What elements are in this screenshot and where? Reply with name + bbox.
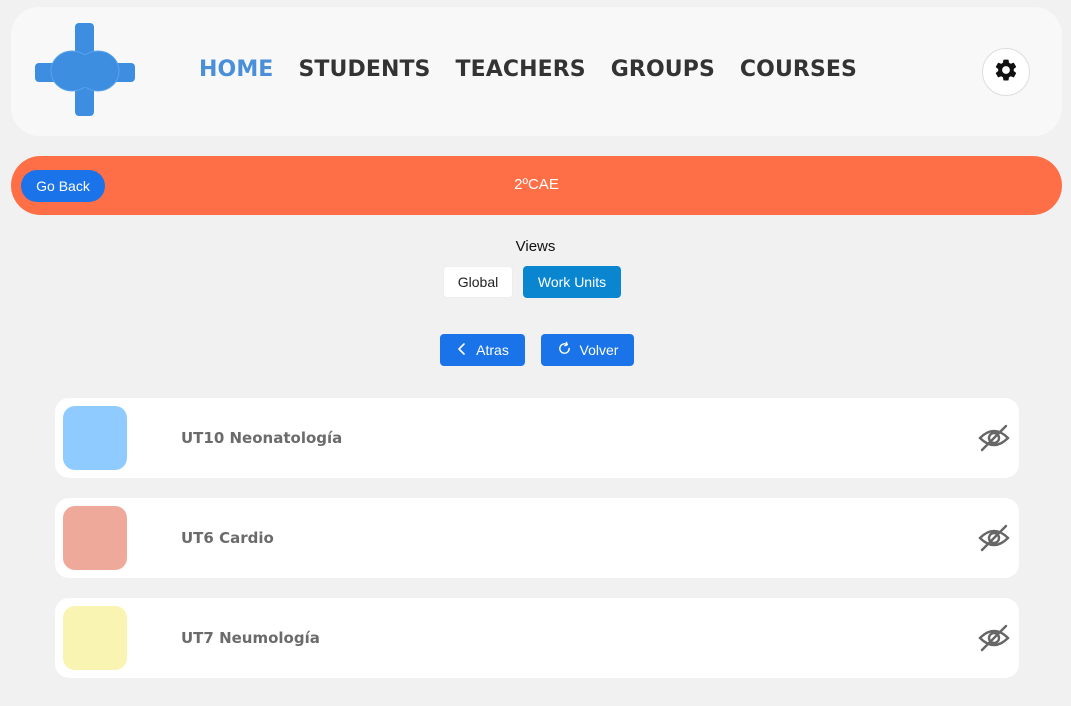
- work-unit-row[interactable]: UT6 Cardio: [55, 498, 1019, 578]
- top-navbar: HOME STUDENTS TEACHERS GROUPS COURSES: [11, 7, 1062, 136]
- unit-name: UT10 Neonatología: [181, 429, 343, 447]
- plus-heart-logo[interactable]: [35, 23, 135, 116]
- chevron-left-icon: [456, 342, 468, 359]
- unit-name: UT7 Neumología: [181, 629, 320, 647]
- eye-slash-icon[interactable]: [977, 622, 1011, 654]
- atras-label: Atras: [476, 342, 509, 358]
- unit-color-swatch: [63, 406, 127, 470]
- unit-name: UT6 Cardio: [181, 529, 274, 547]
- nav-home[interactable]: HOME: [199, 57, 273, 82]
- group-title: 2ºCAE: [514, 176, 559, 193]
- gear-icon: [993, 57, 1019, 88]
- nav-groups[interactable]: GROUPS: [611, 57, 715, 82]
- view-work-units-button[interactable]: Work Units: [523, 266, 621, 298]
- views-label: Views: [515, 238, 556, 255]
- nav-courses[interactable]: COURSES: [740, 57, 857, 82]
- work-unit-row[interactable]: UT7 Neumología: [55, 598, 1019, 678]
- volver-label: Volver: [579, 342, 619, 358]
- refresh-icon: [557, 341, 572, 359]
- work-unit-row[interactable]: UT10 Neonatología: [55, 398, 1019, 478]
- view-global-button[interactable]: Global: [443, 266, 513, 298]
- nav-students[interactable]: STUDENTS: [298, 57, 430, 82]
- settings-button[interactable]: [982, 48, 1030, 96]
- nav-teachers[interactable]: TEACHERS: [456, 57, 586, 82]
- unit-color-swatch: [63, 606, 127, 670]
- atras-button[interactable]: Atras: [440, 334, 525, 366]
- group-banner: Go Back 2ºCAE: [11, 156, 1062, 215]
- unit-color-swatch: [63, 506, 127, 570]
- eye-slash-icon[interactable]: [977, 422, 1011, 454]
- nav-links: HOME STUDENTS TEACHERS GROUPS COURSES: [199, 57, 857, 82]
- volver-button[interactable]: Volver: [541, 334, 634, 366]
- eye-slash-icon[interactable]: [977, 522, 1011, 554]
